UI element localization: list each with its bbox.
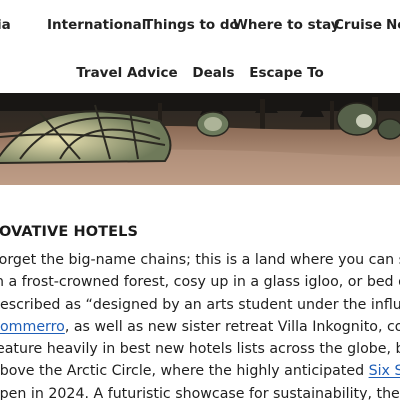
hero-image-glass-igloos	[0, 93, 400, 185]
article-text: feature heavily in best new hotels lists…	[0, 341, 400, 358]
article-text: Forget the big-name chains; this is a la…	[0, 252, 400, 268]
nav-item-travel-advice[interactable]: Travel Advice	[76, 65, 177, 81]
article-body: Forget the big-name chains; this is a la…	[0, 249, 400, 400]
article-line: open in 2024. A futuristic showcase for …	[0, 383, 400, 400]
glass-igloo-small-3	[377, 118, 400, 140]
article-line: Sommerro, as well as new sister retreat …	[0, 316, 400, 338]
section-heading: INNOVATIVE HOTELS	[0, 224, 139, 241]
article-text: , as well as new sister retreat Villa In…	[64, 318, 400, 335]
nav-item-deals[interactable]: Deals	[192, 65, 234, 81]
nav-item-cruise[interactable]: Cruise	[334, 17, 382, 33]
nav-item-where-to-stay[interactable]: Where to stay	[233, 17, 340, 33]
nav-item-international[interactable]: International	[47, 17, 146, 33]
article-text: described as “designed by an arts studen…	[0, 296, 400, 313]
article-line: above the Arctic Circle, where the highl…	[0, 360, 400, 382]
igloo-night-scene	[0, 93, 400, 185]
top-navigation: Australia International Things to do Whe…	[0, 0, 400, 92]
article-text: in a frost-crowned forest, cosy up in a …	[0, 274, 400, 291]
nav-row-secondary: Travel Advice Deals Escape To	[0, 65, 400, 81]
nav-item-things-to-do[interactable]: Things to do	[144, 17, 239, 33]
article-text: above the Arctic Circle, where the highl…	[0, 363, 369, 380]
glass-igloo-small-2	[336, 102, 378, 136]
article-line: in a frost-crowned forest, cosy up in a …	[0, 271, 400, 293]
article-link[interactable]: Six Senses Svart	[369, 363, 400, 379]
glass-igloo-small-1	[196, 111, 230, 137]
article-line: described as “designed by an arts studen…	[0, 294, 400, 316]
nav-item-australia[interactable]: Australia	[0, 17, 11, 33]
article-line: feature heavily in best new hotels lists…	[0, 338, 400, 360]
article-text: open in 2024. A futuristic showcase for …	[0, 385, 400, 400]
nav-item-escape-to[interactable]: Escape To	[249, 65, 324, 81]
nav-item-news[interactable]: News	[386, 17, 400, 33]
article-section: INNOVATIVE HOTELS Forget the big-name ch…	[0, 208, 400, 400]
article-link[interactable]: Sommerro	[0, 319, 65, 335]
article-line: Forget the big-name chains; this is a la…	[0, 249, 400, 271]
